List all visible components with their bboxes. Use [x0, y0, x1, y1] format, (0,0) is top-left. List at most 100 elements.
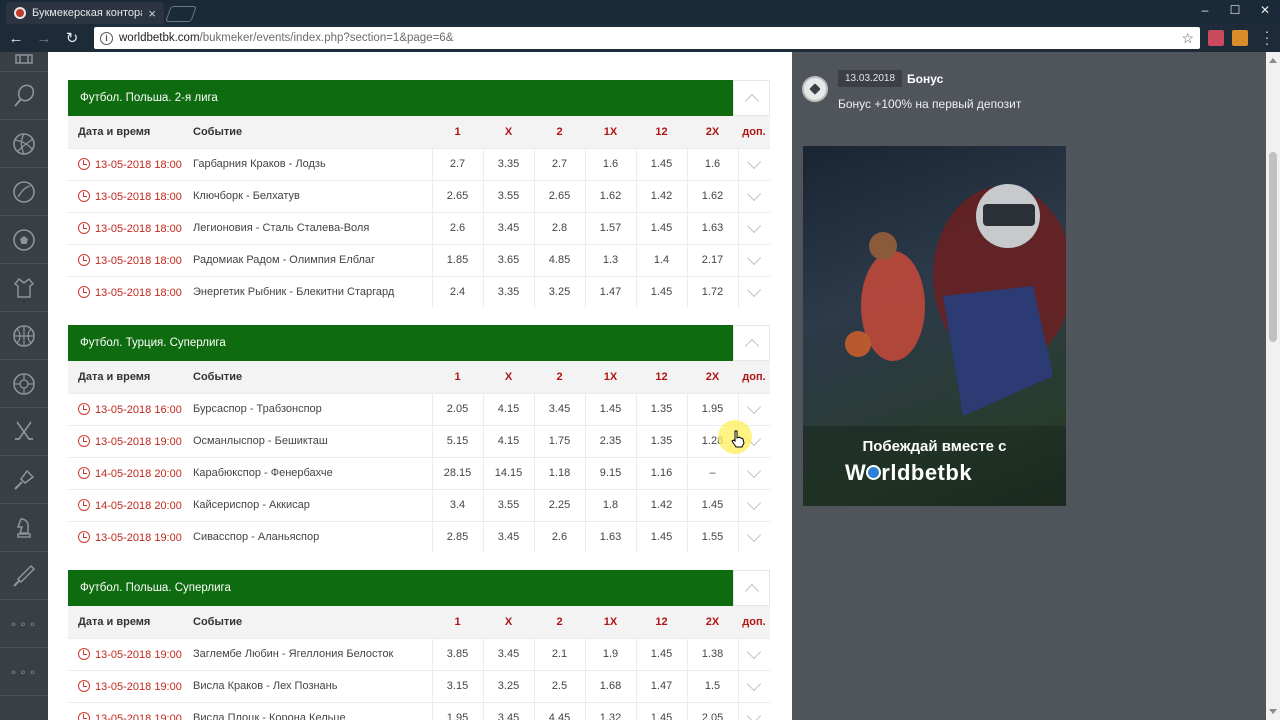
maximize-icon[interactable]: ☐	[1220, 0, 1250, 22]
odds-cell-o2x[interactable]: 1.6	[686, 148, 738, 180]
event-name[interactable]: Бурсаспор - Трабзонспор	[193, 393, 432, 425]
odds-cell-ox[interactable]: 3.35	[482, 276, 534, 308]
event-name[interactable]: Ключборк - Белхатув	[193, 180, 432, 212]
sidebar-item-soccer[interactable]	[0, 216, 48, 264]
page-scrollbar[interactable]	[1266, 52, 1280, 720]
window-close-icon[interactable]: ✕	[1250, 0, 1280, 22]
odds-cell-o1[interactable]: 5.15	[431, 425, 483, 457]
odds-cell-o1[interactable]: 2.6	[431, 212, 483, 244]
odds-cell-o1x[interactable]: 1.47	[584, 276, 636, 308]
event-name[interactable]: Легионовия - Сталь Сталева-Воля	[193, 212, 432, 244]
event-name[interactable]: Гарбарния Краков - Лодзь	[193, 148, 432, 180]
scroll-down-icon[interactable]	[1269, 709, 1277, 714]
expand-more-cell[interactable]	[737, 489, 770, 521]
league-title[interactable]: Футбол. Польша. Суперлига	[68, 570, 733, 606]
odds-cell-o12[interactable]: 1.45	[635, 276, 687, 308]
odds-cell-o1[interactable]: 3.15	[431, 670, 483, 702]
sidebar-item-basketball[interactable]	[0, 312, 48, 360]
odds-cell-o2x[interactable]: –	[686, 457, 738, 489]
odds-cell-o12[interactable]: 1.42	[635, 489, 687, 521]
odds-cell-ox[interactable]: 3.55	[482, 180, 534, 212]
collapse-toggle[interactable]	[733, 325, 770, 361]
event-name[interactable]: Карабюкспор - Фенербахче	[193, 457, 432, 489]
odds-cell-o2[interactable]: 1.75	[533, 425, 585, 457]
odds-cell-o1x[interactable]: 1.8	[584, 489, 636, 521]
collapse-toggle[interactable]	[733, 80, 770, 116]
site-info-icon[interactable]: i	[100, 31, 113, 45]
odds-cell-o2[interactable]: 2.6	[533, 521, 585, 553]
odds-cell-ox[interactable]: 3.45	[482, 521, 534, 553]
odds-cell-o1[interactable]: 2.05	[431, 393, 483, 425]
event-name[interactable]: Сивасспор - Аланьяспор	[193, 521, 432, 553]
promo-banner[interactable]: Побеждай вместе с Wrldbetbk	[803, 146, 1066, 506]
odds-cell-o12[interactable]: 1.47	[635, 670, 687, 702]
odds-cell-o2[interactable]: 3.25	[533, 276, 585, 308]
sidebar-item-handball[interactable]	[0, 360, 48, 408]
odds-cell-o1x[interactable]: 1.6	[584, 148, 636, 180]
browser-menu-icon[interactable]: · · ·	[1262, 24, 1272, 50]
sidebar-item-chess[interactable]	[0, 504, 48, 552]
odds-cell-ox[interactable]: 3.55	[482, 489, 534, 521]
odds-cell-o1x[interactable]: 1.62	[584, 180, 636, 212]
odds-cell-ox[interactable]: 3.25	[482, 670, 534, 702]
sidebar-item-ice-hockey[interactable]	[0, 408, 48, 456]
sidebar-item-badminton[interactable]	[0, 456, 48, 504]
odds-cell-o1[interactable]: 3.85	[431, 638, 483, 670]
sidebar-item-american-football[interactable]	[0, 52, 48, 72]
odds-cell-o2x[interactable]: 1.62	[686, 180, 738, 212]
expand-more-cell[interactable]	[737, 457, 770, 489]
odds-cell-o2[interactable]: 2.5	[533, 670, 585, 702]
league-title[interactable]: Футбол. Турция. Суперлига	[68, 325, 733, 361]
odds-cell-o2x[interactable]: 1.45	[686, 489, 738, 521]
odds-cell-ox[interactable]: 14.15	[482, 457, 534, 489]
expand-more-cell[interactable]	[737, 180, 770, 212]
sidebar-item-tennis[interactable]	[0, 72, 48, 120]
odds-cell-o2x[interactable]: 1.5	[686, 670, 738, 702]
expand-more-cell[interactable]	[737, 702, 770, 720]
sidebar-item-hockey[interactable]	[0, 168, 48, 216]
expand-more-cell[interactable]	[737, 276, 770, 308]
odds-cell-o12[interactable]: 1.45	[635, 521, 687, 553]
browser-tab[interactable]: Букмекерская контора ×	[6, 2, 164, 24]
odds-cell-o2[interactable]: 3.45	[533, 393, 585, 425]
address-url[interactable]: worldbetbk.com/bukmeker/events/index.php…	[119, 32, 1175, 44]
odds-cell-o2x[interactable]: 1.72	[686, 276, 738, 308]
tab-close-icon[interactable]: ×	[148, 6, 156, 21]
odds-cell-o12[interactable]: 1.45	[635, 148, 687, 180]
scroll-up-icon[interactable]	[1269, 58, 1277, 63]
event-name[interactable]: Энергетик Рыбник - Блекитни Старгард	[193, 276, 432, 308]
sidebar-item-volleyball[interactable]	[0, 120, 48, 168]
odds-cell-o2[interactable]: 2.1	[533, 638, 585, 670]
odds-cell-ox[interactable]: 3.45	[482, 702, 534, 720]
expand-more-cell[interactable]	[737, 638, 770, 670]
sidebar-item-martial-arts[interactable]	[0, 264, 48, 312]
odds-cell-o2[interactable]: 2.8	[533, 212, 585, 244]
odds-cell-o2x[interactable]: 2.05	[686, 702, 738, 720]
odds-cell-o12[interactable]: 1.45	[635, 212, 687, 244]
odds-cell-o1x[interactable]: 1.57	[584, 212, 636, 244]
expand-more-cell[interactable]	[737, 148, 770, 180]
odds-cell-o1x[interactable]: 9.15	[584, 457, 636, 489]
scroll-thumb[interactable]	[1269, 152, 1277, 342]
event-name[interactable]: Заглембе Любин - Ягеллония Белосток	[193, 638, 432, 670]
expand-more-cell[interactable]	[737, 393, 770, 425]
news-title[interactable]: Бонус	[907, 72, 943, 86]
odds-cell-o2x[interactable]: 1.63	[686, 212, 738, 244]
back-icon[interactable]: ←	[4, 30, 28, 47]
odds-cell-o2x[interactable]: 1.55	[686, 521, 738, 553]
odds-cell-o2x[interactable]: 2.17	[686, 244, 738, 276]
new-tab-button[interactable]	[165, 6, 197, 22]
odds-cell-o1x[interactable]: 1.45	[584, 393, 636, 425]
event-name[interactable]: Османлыспор - Бешикташ	[193, 425, 432, 457]
sidebar-more-1[interactable]: ∘∘∘	[0, 600, 48, 648]
odds-cell-o2[interactable]: 2.7	[533, 148, 585, 180]
odds-cell-ox[interactable]: 3.35	[482, 148, 534, 180]
odds-cell-o12[interactable]: 1.4	[635, 244, 687, 276]
odds-cell-o2[interactable]: 4.45	[533, 702, 585, 720]
odds-cell-o1x[interactable]: 2.35	[584, 425, 636, 457]
odds-cell-o1[interactable]: 2.7	[431, 148, 483, 180]
odds-cell-ox[interactable]: 3.45	[482, 212, 534, 244]
forward-icon[interactable]: →	[32, 30, 56, 47]
expand-more-cell[interactable]	[737, 670, 770, 702]
bookmark-star-icon[interactable]: ☆	[1181, 30, 1194, 47]
